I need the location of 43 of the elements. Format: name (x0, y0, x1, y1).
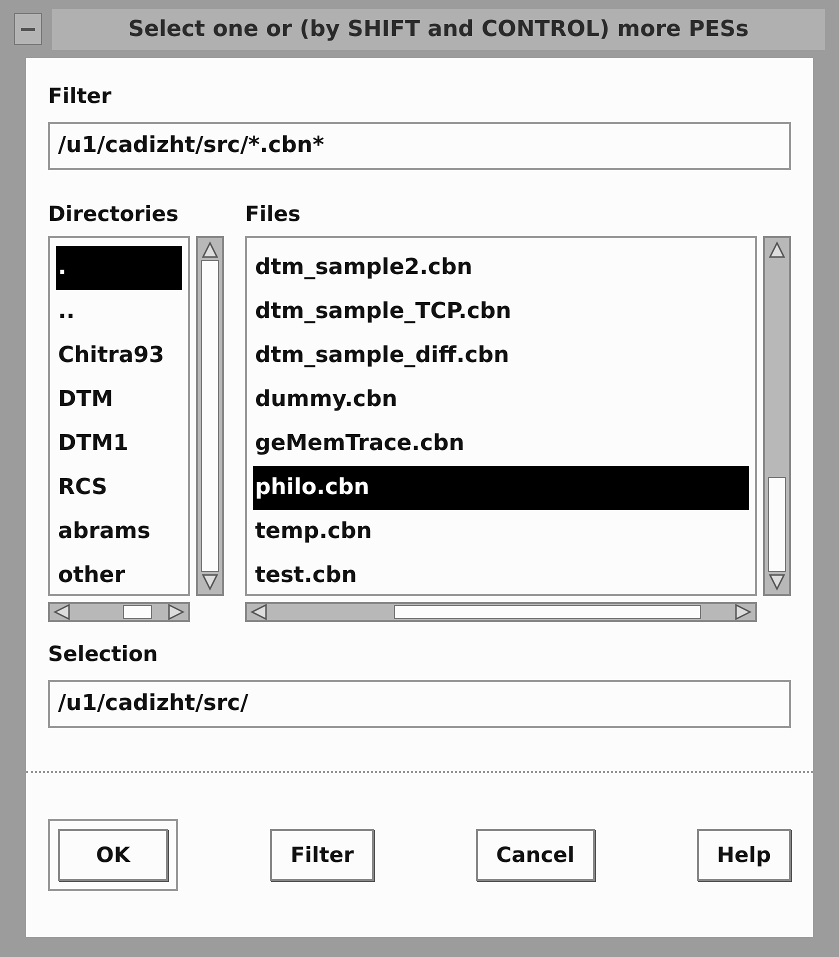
files-item[interactable]: dtm_sample_diff.cbn (253, 334, 749, 378)
dialog-button[interactable]: Cancel (476, 829, 595, 881)
right-arrow-icon[interactable] (733, 602, 753, 622)
window-menu-button[interactable] (14, 13, 42, 45)
dialog-button[interactable]: Filter (270, 829, 374, 881)
scroll-thumb[interactable] (201, 260, 219, 572)
vertical-scrollbar[interactable] (196, 236, 224, 596)
up-arrow-icon[interactable] (200, 240, 220, 260)
directories-item[interactable]: RCS (56, 466, 182, 510)
scroll-thumb[interactable] (394, 605, 701, 619)
files-item[interactable]: dtm_sample2.cbn (253, 246, 749, 290)
directories-label: Directories (48, 202, 178, 226)
files-item[interactable]: philo.cbn (253, 466, 749, 510)
directories-item[interactable]: DTM1 (56, 422, 182, 466)
dialog-button[interactable]: Help (696, 829, 791, 881)
files-item[interactable]: geMemTrace.cbn (253, 422, 749, 466)
scroll-thumb[interactable] (768, 477, 786, 572)
files-item[interactable]: dtm_sample_TCP.cbn (253, 290, 749, 334)
vertical-scrollbar[interactable] (763, 236, 791, 596)
directories-item[interactable]: .. (56, 290, 182, 334)
window-title: Select one or (by SHIFT and CONTROL) more PESs (52, 8, 825, 50)
up-arrow-icon[interactable] (767, 240, 787, 260)
files-item[interactable]: dummy.cbn (253, 378, 749, 422)
horizontal-scrollbar[interactable] (245, 602, 757, 622)
left-arrow-icon[interactable] (52, 602, 72, 622)
files-label: Files (245, 202, 300, 226)
right-arrow-icon[interactable] (166, 602, 186, 622)
directories-item[interactable]: abrams (56, 510, 182, 554)
filter-label: Filter (48, 84, 112, 108)
down-arrow-icon[interactable] (200, 572, 220, 592)
filter-field[interactable]: /u1/cadizht/src/*.cbn* (48, 122, 791, 170)
horizontal-scrollbar[interactable] (48, 602, 190, 622)
left-arrow-icon[interactable] (249, 602, 269, 622)
scroll-thumb[interactable] (122, 605, 152, 619)
down-arrow-icon[interactable] (767, 572, 787, 592)
files-item[interactable]: test.cbn (253, 554, 749, 598)
directories-item[interactable]: DTM (56, 378, 182, 422)
directories-item[interactable]: . (56, 246, 182, 290)
directories-item[interactable]: other (56, 554, 182, 598)
selection-field[interactable]: /u1/cadizht/src/ (48, 680, 791, 728)
selection-label: Selection (48, 642, 158, 666)
files-item[interactable]: temp.cbn (253, 510, 749, 554)
directories-item[interactable]: Chitra93 (56, 334, 182, 378)
